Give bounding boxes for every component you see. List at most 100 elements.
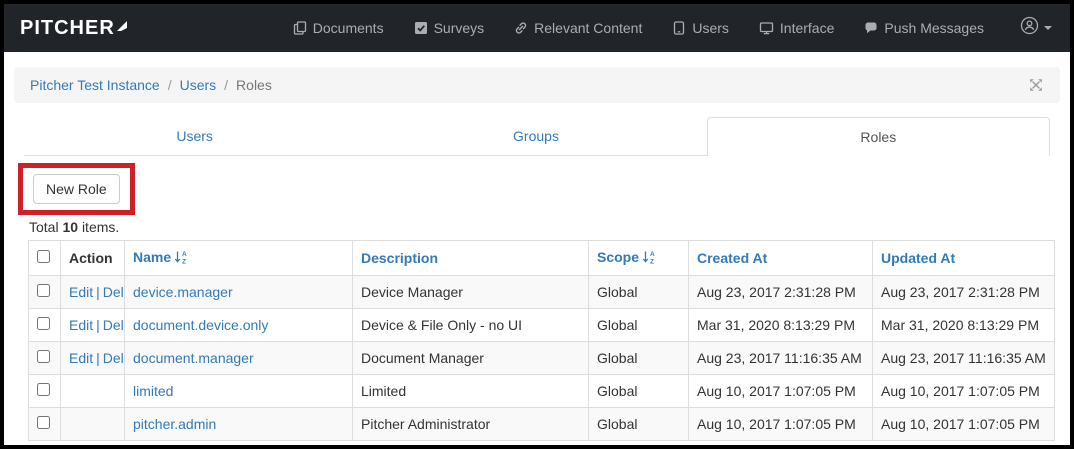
svg-text:Z: Z bbox=[182, 259, 186, 265]
role-created-at: Mar 31, 2020 8:13:29 PM bbox=[689, 309, 873, 342]
nav-label: Documents bbox=[313, 20, 384, 36]
tablet-icon bbox=[672, 21, 686, 35]
action-cell: Edit|Del bbox=[61, 342, 125, 375]
tab-groups[interactable]: Groups bbox=[365, 117, 706, 156]
breadcrumb-current: Roles bbox=[236, 77, 272, 93]
row-checkbox[interactable] bbox=[37, 317, 50, 330]
annotation-highlight-box: New Role bbox=[18, 163, 135, 215]
new-role-button[interactable]: New Role bbox=[33, 174, 120, 204]
table-row: Edit|Del document.manager Document Manag… bbox=[29, 342, 1055, 375]
delete-link[interactable]: Del bbox=[103, 284, 124, 300]
sort-az-icon[interactable]: AZ bbox=[174, 251, 187, 267]
table-row: Edit|Del document.device.only Device & F… bbox=[29, 309, 1055, 342]
total-count: 10 bbox=[62, 219, 78, 235]
svg-text:Z: Z bbox=[650, 259, 654, 265]
account-menu-button[interactable] bbox=[1020, 16, 1052, 40]
total-items-text: Total 10 items. bbox=[29, 219, 1070, 235]
role-updated-at: Aug 23, 2017 11:16:35 AM bbox=[873, 342, 1055, 375]
table-row: Edit|Del device.manager Device Manager G… bbox=[29, 276, 1055, 309]
nav-item-users[interactable]: Users bbox=[672, 20, 729, 36]
delete-link[interactable]: Del bbox=[103, 317, 124, 333]
select-all-checkbox[interactable] bbox=[37, 250, 50, 263]
role-created-at: Aug 23, 2017 11:16:35 AM bbox=[689, 342, 873, 375]
role-updated-at: Aug 10, 2017 1:07:05 PM bbox=[873, 375, 1055, 408]
nav-label: Push Messages bbox=[884, 20, 984, 36]
sort-az-icon[interactable]: AZ bbox=[642, 251, 655, 267]
table-header-row: Action NameAZ Description ScopeAZ Create… bbox=[29, 241, 1055, 276]
breadcrumb-link-instance[interactable]: Pitcher Test Instance bbox=[30, 77, 160, 93]
nav-item-documents[interactable]: Documents bbox=[293, 20, 384, 36]
role-created-at: Aug 10, 2017 1:07:05 PM bbox=[689, 408, 873, 441]
role-name-link[interactable]: device.manager bbox=[133, 284, 233, 300]
header-scope[interactable]: ScopeAZ bbox=[589, 241, 689, 276]
role-name-link[interactable]: pitcher.admin bbox=[133, 416, 216, 432]
edit-link[interactable]: Edit bbox=[69, 284, 93, 300]
role-name-link[interactable]: limited bbox=[133, 383, 173, 399]
role-description: Document Manager bbox=[353, 342, 589, 375]
monitor-icon bbox=[759, 21, 774, 35]
arrows-expand-icon bbox=[1028, 77, 1044, 93]
action-cell: Edit|Del bbox=[61, 309, 125, 342]
delete-link[interactable]: Del bbox=[103, 350, 124, 366]
chevron-down-icon bbox=[1044, 26, 1052, 30]
navbar-menu: Documents Surveys Relevant Content bbox=[293, 16, 1052, 40]
role-description: Pitcher Administrator bbox=[353, 408, 589, 441]
nav-item-surveys[interactable]: Surveys bbox=[414, 20, 485, 36]
role-scope: Global bbox=[589, 375, 689, 408]
role-scope: Global bbox=[589, 276, 689, 309]
svg-text:A: A bbox=[182, 251, 187, 258]
nav-label: Relevant Content bbox=[534, 20, 642, 36]
row-checkbox[interactable] bbox=[37, 383, 50, 396]
app-window: PITCHER Documents Surveys bbox=[0, 0, 1074, 449]
breadcrumb-link-users[interactable]: Users bbox=[180, 77, 217, 93]
pitcher-arrow-icon bbox=[117, 14, 127, 37]
role-name-link[interactable]: document.manager bbox=[133, 350, 254, 366]
nav-item-interface[interactable]: Interface bbox=[759, 20, 834, 36]
role-description: Device & File Only - no UI bbox=[353, 309, 589, 342]
role-description: Limited bbox=[353, 375, 589, 408]
top-navbar: PITCHER Documents Surveys bbox=[4, 4, 1070, 52]
expand-button[interactable] bbox=[1028, 77, 1044, 93]
header-description[interactable]: Description bbox=[353, 241, 589, 276]
row-checkbox[interactable] bbox=[37, 350, 50, 363]
nav-item-relevant-content[interactable]: Relevant Content bbox=[514, 20, 642, 36]
header-updated-at[interactable]: Updated At bbox=[873, 241, 1055, 276]
nav-label: Interface bbox=[780, 20, 834, 36]
table-row: limited Limited Global Aug 10, 2017 1:07… bbox=[29, 375, 1055, 408]
role-updated-at: Aug 10, 2017 1:07:05 PM bbox=[873, 408, 1055, 441]
role-scope: Global bbox=[589, 342, 689, 375]
role-created-at: Aug 10, 2017 1:07:05 PM bbox=[689, 375, 873, 408]
pitcher-logo[interactable]: PITCHER bbox=[20, 17, 127, 40]
row-checkbox[interactable] bbox=[37, 284, 50, 297]
role-name-link[interactable]: document.device.only bbox=[133, 317, 268, 333]
tab-users[interactable]: Users bbox=[24, 117, 365, 156]
pitcher-logo-text: PITCHER bbox=[20, 17, 115, 39]
roles-table: Action NameAZ Description ScopeAZ Create… bbox=[28, 240, 1055, 441]
action-cell: Edit|Del bbox=[61, 276, 125, 309]
action-cell bbox=[61, 375, 125, 408]
header-name[interactable]: NameAZ bbox=[125, 241, 353, 276]
role-scope: Global bbox=[589, 408, 689, 441]
nav-label: Users bbox=[692, 20, 729, 36]
tab-roles[interactable]: Roles bbox=[707, 117, 1050, 156]
role-updated-at: Mar 31, 2020 8:13:29 PM bbox=[873, 309, 1055, 342]
speech-bubble-icon bbox=[864, 21, 878, 35]
surveys-icon bbox=[414, 21, 428, 35]
tab-bar: Users Groups Roles bbox=[24, 117, 1050, 156]
table-row: pitcher.admin Pitcher Administrator Glob… bbox=[29, 408, 1055, 441]
header-created-at[interactable]: Created At bbox=[689, 241, 873, 276]
nav-label: Surveys bbox=[434, 20, 485, 36]
row-checkbox[interactable] bbox=[37, 416, 50, 429]
edit-link[interactable]: Edit bbox=[69, 317, 93, 333]
action-cell bbox=[61, 408, 125, 441]
nav-item-push-messages[interactable]: Push Messages bbox=[864, 20, 984, 36]
user-circle-icon bbox=[1020, 16, 1039, 40]
edit-link[interactable]: Edit bbox=[69, 350, 93, 366]
svg-text:A: A bbox=[650, 251, 655, 258]
role-scope: Global bbox=[589, 309, 689, 342]
role-updated-at: Aug 23, 2017 2:31:28 PM bbox=[873, 276, 1055, 309]
link-icon bbox=[514, 21, 528, 35]
header-action: Action bbox=[61, 241, 125, 276]
breadcrumb: Pitcher Test Instance / Users / Roles bbox=[14, 67, 1060, 103]
breadcrumb-separator: / bbox=[168, 77, 172, 93]
